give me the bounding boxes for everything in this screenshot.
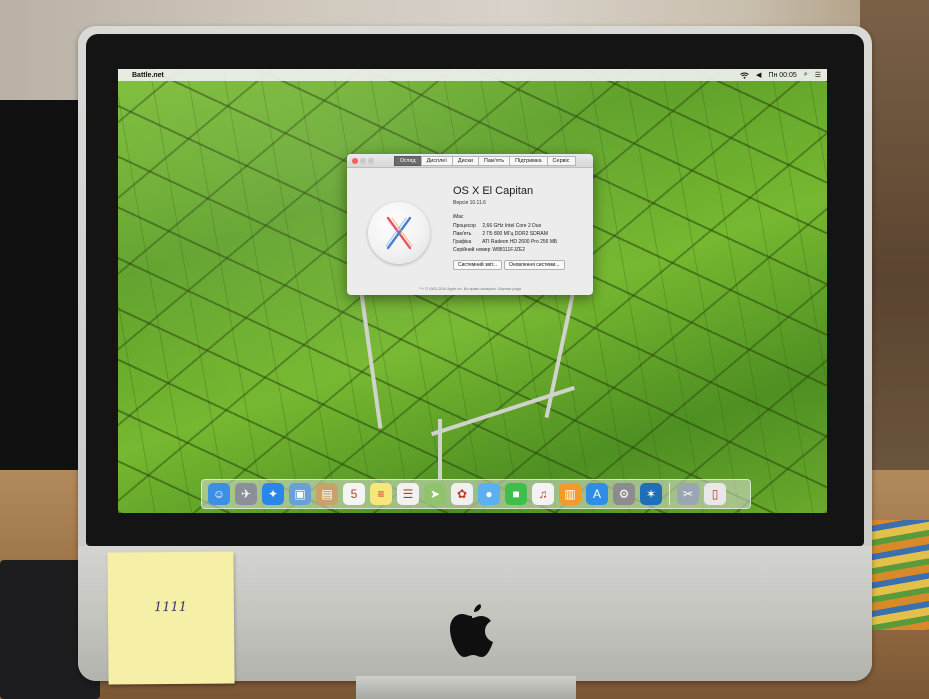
tab-overview[interactable]: Огляд	[394, 156, 422, 166]
window-titlebar[interactable]: Огляд Дисплеї Диски Пам'ять Підтримка Се…	[347, 154, 593, 168]
safari-icon[interactable]: ✦	[262, 483, 284, 505]
minimize-button[interactable]	[360, 158, 366, 164]
spec-value: 2,66 GHz Intel Core 2 Duo	[482, 223, 542, 229]
system-preferences-icon[interactable]: ⚙	[613, 483, 635, 505]
spec-value: ATI Radeon HD 2600 Pro 256 МБ	[482, 239, 558, 245]
wifi-icon[interactable]	[740, 72, 749, 79]
zoom-button[interactable]	[368, 158, 374, 164]
imac-stand	[356, 676, 576, 699]
volume-icon[interactable]: ◀	[756, 71, 761, 79]
wallpaper-road	[544, 290, 576, 418]
copyright-text: ™ і © 1983–2016 Apple Inc. Всі права зах…	[418, 287, 521, 291]
contacts-icon[interactable]: ▤	[316, 483, 338, 505]
tab-storage[interactable]: Диски	[451, 156, 479, 166]
spec-row: Процесор 2,66 GHz Intel Core 2 Duo	[453, 223, 541, 229]
facetime-icon[interactable]: ■	[505, 483, 527, 505]
spotlight-icon[interactable]: ⌕	[804, 71, 808, 79]
tab-support[interactable]: Підтримка	[509, 156, 548, 166]
launchpad-icon[interactable]: ✈	[235, 483, 257, 505]
trash-icon[interactable]: ▯	[704, 483, 726, 505]
about-tabs: Огляд Дисплеї Диски Пам'ять Підтримка Се…	[394, 156, 576, 166]
ibooks-icon[interactable]: ▥	[559, 483, 581, 505]
os-name: OS X El Capitan	[453, 185, 534, 197]
about-this-mac-window: Огляд Дисплеї Диски Пам'ять Підтримка Се…	[347, 154, 593, 295]
wallpaper-road	[438, 419, 442, 479]
maps-icon[interactable]: ➤	[424, 483, 446, 505]
mac-model: iMac	[453, 214, 464, 220]
dock: ☺ ✈ ✦ ▣ ▤ 5 ≡ ☰ ➤ ✿ ● ■ ♫ ▥ A ⚙ ✶ ✂ ▯	[201, 479, 751, 509]
active-app-name[interactable]: Battle.net	[132, 72, 164, 79]
sticky-note: 1111	[107, 551, 235, 685]
spec-row: Графіка ATI Radeon HD 2600 Pro 256 МБ	[453, 239, 557, 245]
app-store-icon[interactable]: A	[586, 483, 608, 505]
wallpaper-road	[357, 279, 383, 429]
downloads-stack-icon[interactable]: ✂	[677, 483, 699, 505]
messages-icon[interactable]: ●	[478, 483, 500, 505]
notes-icon[interactable]: ≡	[370, 483, 392, 505]
spec-key: Пам'ять	[453, 231, 472, 237]
spec-key: Серійний номер	[453, 247, 491, 253]
calendar-icon[interactable]: 5	[343, 483, 365, 505]
close-button[interactable]	[352, 158, 358, 164]
photos-icon[interactable]: ✿	[451, 483, 473, 505]
apple-logo-icon	[450, 604, 493, 657]
menu-bar: Battle.net ◀ Пн 00:05 ⌕ ☰	[118, 69, 827, 81]
spec-key: Процесор	[453, 223, 476, 229]
tab-service[interactable]: Сервіс	[546, 156, 576, 166]
dock-separator	[669, 483, 670, 505]
spec-row: Пам'ять 2 ГБ 800 МГц DDR2 SDRAM	[453, 231, 548, 237]
system-report-button[interactable]: Системний звіт...	[453, 260, 503, 270]
tab-displays[interactable]: Дисплеї	[420, 156, 453, 166]
menu-clock[interactable]: Пн 00:05	[768, 72, 796, 79]
itunes-icon[interactable]: ♫	[532, 483, 554, 505]
sticky-note-text: 1111	[153, 599, 188, 616]
spec-key: Графіка	[453, 239, 472, 245]
spec-row: Серійний номер W88111FJZE2	[453, 247, 525, 253]
background-monitor	[0, 100, 90, 480]
finder-icon[interactable]: ☺	[208, 483, 230, 505]
tab-memory[interactable]: Пам'ять	[477, 156, 511, 166]
battlenet-icon[interactable]: ✶	[640, 483, 662, 505]
reminders-icon[interactable]: ☰	[397, 483, 419, 505]
spec-value: W88111FJZE2	[492, 247, 525, 253]
el-capitan-logo-icon	[368, 202, 430, 264]
software-update-button[interactable]: Оновлення системи...	[504, 260, 565, 270]
desktop[interactable]: Battle.net ◀ Пн 00:05 ⌕ ☰ Огляд Дисплеї …	[118, 69, 827, 513]
spec-value: 2 ГБ 800 МГц DDR2 SDRAM	[482, 231, 548, 237]
notification-center-icon[interactable]: ☰	[815, 71, 821, 79]
preview-icon[interactable]: ▣	[289, 483, 311, 505]
os-version: Версія 10.11.6	[453, 200, 486, 206]
